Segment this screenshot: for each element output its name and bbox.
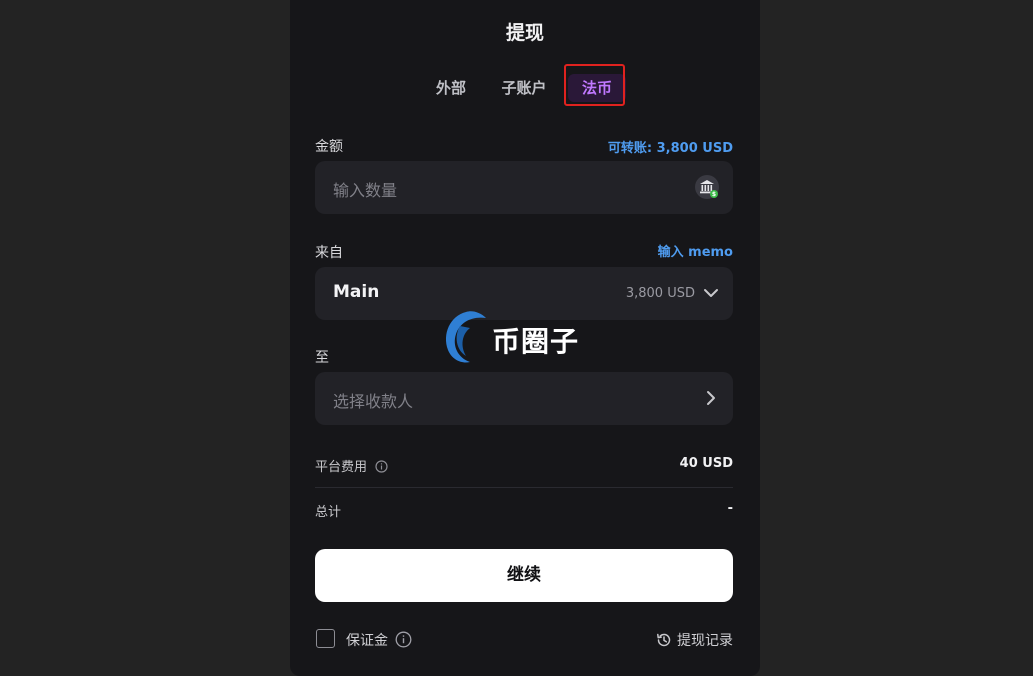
- account-name: Main: [333, 282, 380, 302]
- history-label: 提现记录: [677, 633, 733, 649]
- watermark-text: 币圈子: [492, 325, 580, 358]
- page-title: 提现: [505, 22, 544, 44]
- withdraw-history-link[interactable]: 提现记录: [656, 630, 733, 650]
- history-icon: [657, 633, 671, 647]
- total-row: 总计 -: [315, 501, 733, 523]
- continue-button[interactable]: 继续: [315, 549, 733, 602]
- platform-fee-value: 40 USD: [679, 456, 733, 471]
- to-label: 至: [315, 350, 329, 366]
- recipient-select[interactable]: 选择收款人: [315, 372, 733, 425]
- amount-placeholder: 输入数量: [333, 181, 398, 200]
- svg-text:$: $: [712, 191, 716, 198]
- info-icon[interactable]: [375, 460, 388, 473]
- recipient-placeholder: 选择收款人: [333, 392, 414, 411]
- platform-fee-row: 平台费用 40 USD: [315, 456, 733, 478]
- info-icon[interactable]: [395, 631, 412, 648]
- enter-memo-link[interactable]: 输入 memo: [658, 241, 733, 260]
- margin-label: 保证金: [346, 633, 388, 649]
- tab-fiat[interactable]: 法币: [568, 74, 626, 102]
- chevron-down-icon: [704, 289, 718, 297]
- total-label: 总计: [315, 505, 342, 520]
- divider: [315, 487, 733, 488]
- from-label: 来自: [315, 245, 343, 261]
- margin-checkbox[interactable]: [316, 629, 335, 648]
- chevron-right-icon: [707, 391, 715, 405]
- tab-external[interactable]: 外部: [430, 74, 472, 102]
- withdraw-panel: 提现 外部 子账户 法币 金额 可转账: 3,800 USD 输入数量 $ 来自…: [290, 0, 760, 676]
- amount-input[interactable]: 输入数量 $: [315, 161, 733, 214]
- from-account-select[interactable]: Main 3,800 USD: [315, 267, 733, 320]
- tab-bar: 外部 子账户 法币: [290, 64, 760, 108]
- account-balance: 3,800 USD: [625, 286, 695, 301]
- amount-label: 金额: [315, 139, 343, 155]
- bank-icon[interactable]: $: [695, 175, 719, 199]
- available-balance: 可转账: 3,800 USD: [607, 141, 733, 156]
- tab-subaccount[interactable]: 子账户: [496, 74, 552, 102]
- platform-fee-label: 平台费用: [315, 460, 368, 475]
- total-value: -: [727, 501, 733, 516]
